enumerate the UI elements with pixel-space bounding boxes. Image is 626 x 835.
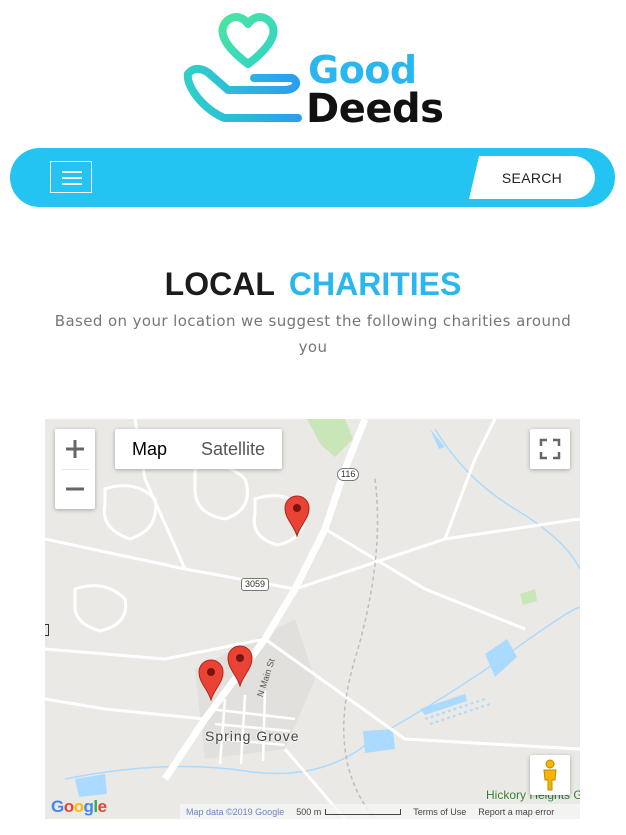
charity-map[interactable]: 116 3059 N Main St Spring Grove Hickory …	[45, 419, 580, 819]
zoom-out-button[interactable]	[55, 469, 95, 509]
map-data-attribution: Map data ©2019 Google	[186, 806, 285, 817]
heart-in-hand-icon	[184, 13, 302, 122]
minus-icon	[66, 487, 84, 491]
map-pin-icon	[198, 659, 224, 702]
page-title-part2: CHARITIES	[288, 266, 462, 302]
charity-marker-3[interactable]	[198, 659, 224, 702]
zoom-control	[55, 429, 95, 509]
street-view-button[interactable]	[530, 755, 570, 795]
hamburger-line	[62, 171, 82, 173]
route-shield-116: 116	[337, 468, 360, 481]
map-pin-icon	[227, 645, 253, 688]
page-title: LOCAL CHARITIES	[0, 264, 626, 304]
google-logo[interactable]: Google	[51, 797, 107, 817]
page-title-part1: LOCAL	[164, 266, 275, 302]
search-button[interactable]: SEARCH	[469, 156, 595, 199]
map-type-control: Map Satellite	[115, 429, 283, 469]
map-type-map-button[interactable]: Map	[115, 429, 184, 469]
logo-word-good: Good	[308, 48, 417, 92]
charity-marker-2[interactable]	[227, 645, 253, 688]
map-tiles	[45, 419, 580, 819]
charity-marker-1[interactable]	[284, 495, 310, 538]
street-view-pegman-icon	[543, 759, 557, 791]
page-subtitle: Based on your location we suggest the fo…	[54, 312, 572, 356]
top-navbar: SEARCH	[10, 148, 615, 207]
fullscreen-icon	[539, 438, 561, 460]
zoom-in-button[interactable]	[55, 429, 95, 469]
route-shield-3059: 3059	[241, 578, 270, 591]
map-scale-bar	[325, 808, 402, 815]
map-attribution-bar: Map data ©2019 Google 500 m Terms of Use…	[180, 804, 580, 819]
hamburger-menu-button[interactable]	[50, 161, 92, 193]
town-label: Spring Grove	[205, 728, 300, 744]
terms-link[interactable]: Terms of Use	[407, 807, 472, 817]
hamburger-line	[62, 177, 82, 179]
map-pin-icon	[284, 495, 310, 538]
plus-icon	[66, 440, 84, 458]
fullscreen-button[interactable]	[530, 429, 570, 469]
map-edge-marker	[45, 624, 49, 636]
report-map-error-link[interactable]: Report a map error	[472, 807, 560, 817]
hamburger-line	[62, 183, 82, 185]
map-type-satellite-button[interactable]: Satellite	[184, 429, 282, 469]
logo-word-deeds: Deeds	[306, 86, 444, 132]
brand-logo[interactable]: Good Deeds	[184, 12, 444, 132]
map-scale-label[interactable]: 500 m	[290, 807, 321, 817]
